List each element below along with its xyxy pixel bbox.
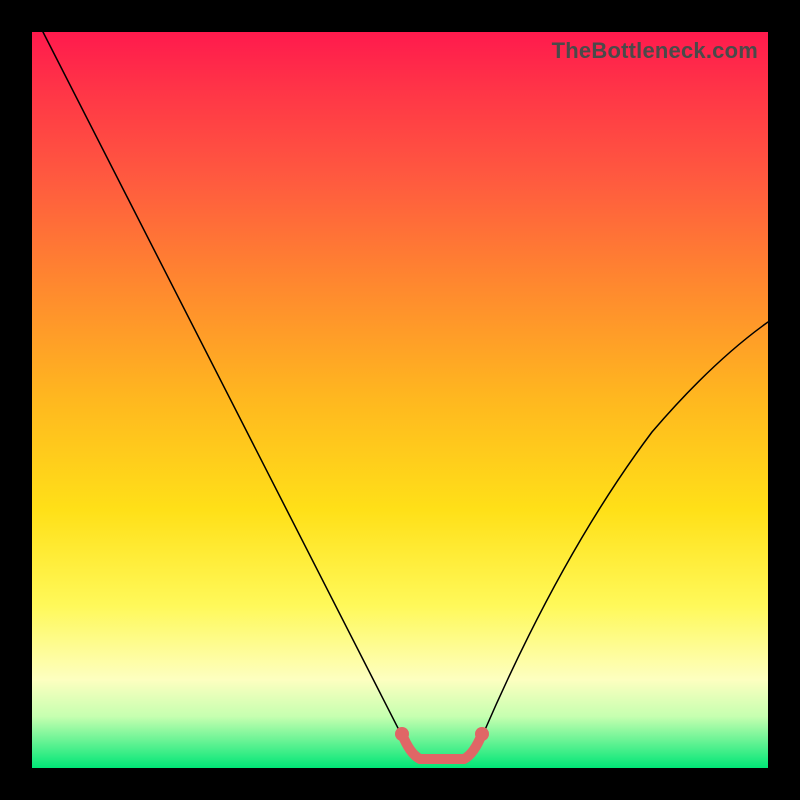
optimal-range-marker — [402, 734, 482, 759]
chart-frame: TheBottleneck.com — [0, 0, 800, 800]
bottleneck-curve — [43, 32, 768, 758]
chart-plot-area: TheBottleneck.com — [32, 32, 768, 768]
optimal-range-start-dot — [395, 727, 409, 741]
optimal-range-end-dot — [475, 727, 489, 741]
chart-svg — [32, 32, 768, 768]
